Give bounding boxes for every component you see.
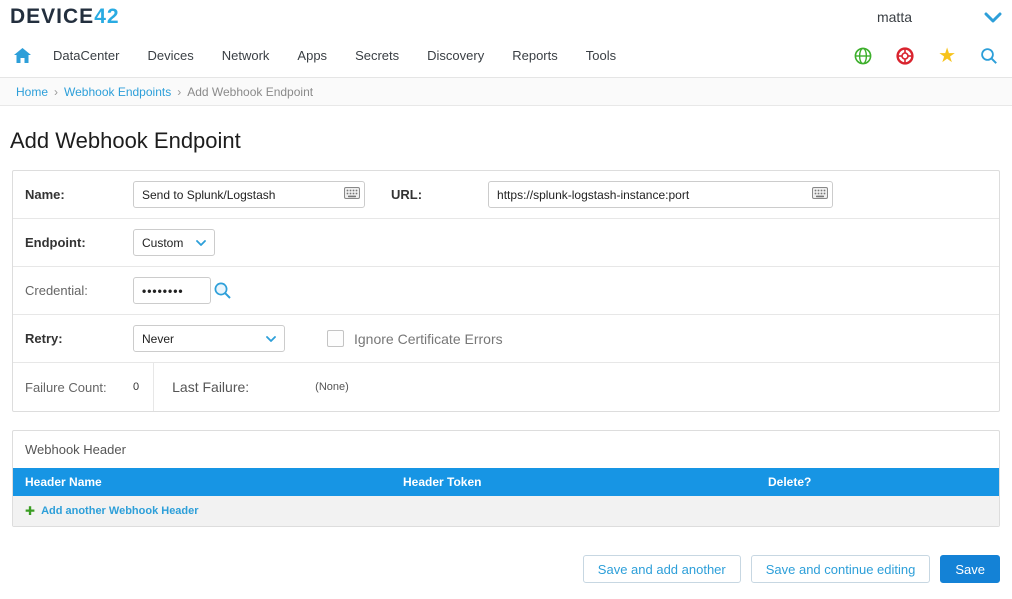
keyboard-icon[interactable] [344, 186, 360, 204]
column-header-name: Header Name [25, 475, 403, 489]
save-and-continue-editing-button[interactable]: Save and continue editing [751, 555, 931, 583]
webhook-header-title: Webhook Header [13, 431, 999, 468]
retry-select[interactable]: Never [133, 325, 285, 352]
failure-count-value: 0 [133, 381, 139, 393]
search-button[interactable] [980, 47, 998, 65]
nav-item-reports[interactable]: Reports [512, 48, 558, 63]
breadcrumb-current: Add Webhook Endpoint [187, 85, 313, 99]
support-icon [896, 47, 914, 65]
endpoint-select[interactable]: Custom [133, 229, 215, 256]
retry-row: Retry: Never Ignore Certificate Errors [13, 315, 999, 363]
column-header-delete: Delete? [768, 475, 987, 489]
retry-select-value: Never [142, 332, 174, 346]
support-button[interactable] [896, 47, 914, 65]
nav-item-secrets[interactable]: Secrets [355, 48, 399, 63]
chevron-down-icon [196, 240, 206, 246]
user-menu[interactable]: matta [877, 9, 912, 25]
ignore-cert-checkbox[interactable] [327, 330, 344, 347]
failure-row: Failure Count: 0 Last Failure: (None) [13, 363, 999, 411]
page-title: Add Webhook Endpoint [10, 128, 1012, 154]
logo-text-42: 42 [94, 5, 119, 28]
endpoint-row: Endpoint: Custom [13, 219, 999, 267]
credential-lookup-button[interactable] [213, 281, 232, 300]
nav-item-tools[interactable]: Tools [586, 48, 616, 63]
column-header-token: Header Token [403, 475, 768, 489]
endpoint-select-value: Custom [142, 236, 183, 250]
webhook-header-panel: Webhook Header Header Name Header Token … [12, 430, 1000, 527]
save-button[interactable]: Save [940, 555, 1000, 583]
logo-text-device: DEVICE [10, 5, 94, 28]
breadcrumb: Home › Webhook Endpoints › Add Webhook E… [0, 78, 1012, 106]
globe-icon [854, 47, 872, 65]
search-icon [213, 281, 232, 300]
breadcrumb-home[interactable]: Home [16, 85, 48, 99]
url-input[interactable] [488, 181, 833, 208]
nav-item-datacenter[interactable]: DataCenter [53, 48, 119, 63]
form-actions: Save and add another Save and continue e… [0, 555, 1000, 583]
credential-input[interactable] [133, 277, 211, 304]
nav-item-network[interactable]: Network [222, 48, 270, 63]
search-icon [980, 47, 998, 65]
chevron-down-icon [984, 12, 1002, 23]
webhook-endpoint-form: Name: URL: Endpoint: Custom Credential: [12, 170, 1000, 412]
url-label: URL: [391, 187, 422, 202]
nav-item-devices[interactable]: Devices [147, 48, 193, 63]
star-icon: ★ [938, 46, 956, 66]
top-header: DEVICE42 matta [0, 0, 1012, 34]
credential-label: Credential: [25, 283, 133, 298]
main-nav: DataCenter Devices Network Apps Secrets … [0, 34, 1012, 78]
user-menu-chevron[interactable] [984, 12, 1002, 23]
device42-logo[interactable]: DEVICE42 [10, 5, 120, 29]
nav-item-discovery[interactable]: Discovery [427, 48, 484, 63]
last-failure-value: (None) [315, 381, 349, 393]
keyboard-icon[interactable] [812, 186, 828, 204]
globe-button[interactable] [854, 47, 872, 65]
webhook-header-table-head: Header Name Header Token Delete? [13, 468, 999, 496]
breadcrumb-separator: › [54, 85, 58, 99]
last-failure-label: Last Failure: [172, 379, 249, 395]
add-webhook-header-link[interactable]: Add another Webhook Header [41, 505, 198, 517]
name-url-row: Name: URL: [13, 171, 999, 219]
ignore-cert-label: Ignore Certificate Errors [354, 331, 503, 347]
divider [153, 363, 154, 411]
breadcrumb-separator: › [177, 85, 181, 99]
endpoint-label: Endpoint: [25, 235, 133, 250]
name-input[interactable] [133, 181, 365, 208]
plus-icon: ✚ [25, 505, 35, 517]
retry-label: Retry: [25, 331, 133, 346]
chevron-down-icon [266, 336, 276, 342]
nav-item-apps[interactable]: Apps [297, 48, 327, 63]
save-and-add-another-button[interactable]: Save and add another [583, 555, 741, 583]
favorites-button[interactable]: ★ [938, 46, 956, 66]
add-webhook-header-row: ✚ Add another Webhook Header [13, 496, 999, 526]
credential-row: Credential: [13, 267, 999, 315]
name-label: Name: [25, 187, 133, 202]
home-icon [14, 48, 31, 63]
failure-count-label: Failure Count: [25, 380, 133, 395]
breadcrumb-webhook-endpoints[interactable]: Webhook Endpoints [64, 85, 171, 99]
home-nav-button[interactable] [14, 48, 31, 63]
